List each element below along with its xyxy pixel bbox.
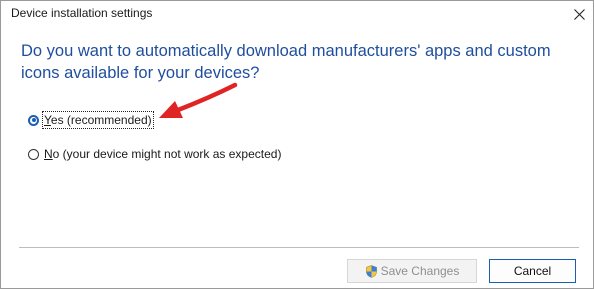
option-yes-mnemonic: Y — [44, 113, 51, 127]
window-title: Device installation settings — [11, 6, 153, 20]
option-no[interactable]: No (your device might not work as expect… — [28, 146, 282, 162]
option-no-mnemonic: N — [44, 147, 53, 161]
option-no-text: o (your device might not work as expecte… — [52, 147, 282, 161]
save-changes-button[interactable]: Save Changes — [347, 259, 477, 283]
radio-yes[interactable] — [28, 114, 39, 126]
option-no-label: No (your device might not work as expect… — [43, 146, 282, 162]
close-icon — [573, 8, 585, 20]
option-yes[interactable]: Yes (recommended) — [28, 111, 154, 129]
option-yes-text: es (recommended) — [50, 113, 152, 127]
save-changes-label: Save Changes — [380, 264, 460, 278]
footer-divider — [19, 247, 579, 248]
uac-shield-icon — [365, 264, 377, 278]
device-installation-settings-dialog: Device installation settings Do you want… — [0, 0, 594, 289]
close-button[interactable] — [567, 3, 591, 25]
cancel-button[interactable]: Cancel — [489, 259, 576, 283]
option-yes-label: Yes (recommended) — [42, 111, 154, 129]
cancel-label: Cancel — [513, 264, 552, 278]
radio-no[interactable] — [28, 148, 39, 160]
annotation-arrow-icon — [159, 82, 238, 118]
question-text: Do you want to automatically download ma… — [21, 42, 551, 82]
